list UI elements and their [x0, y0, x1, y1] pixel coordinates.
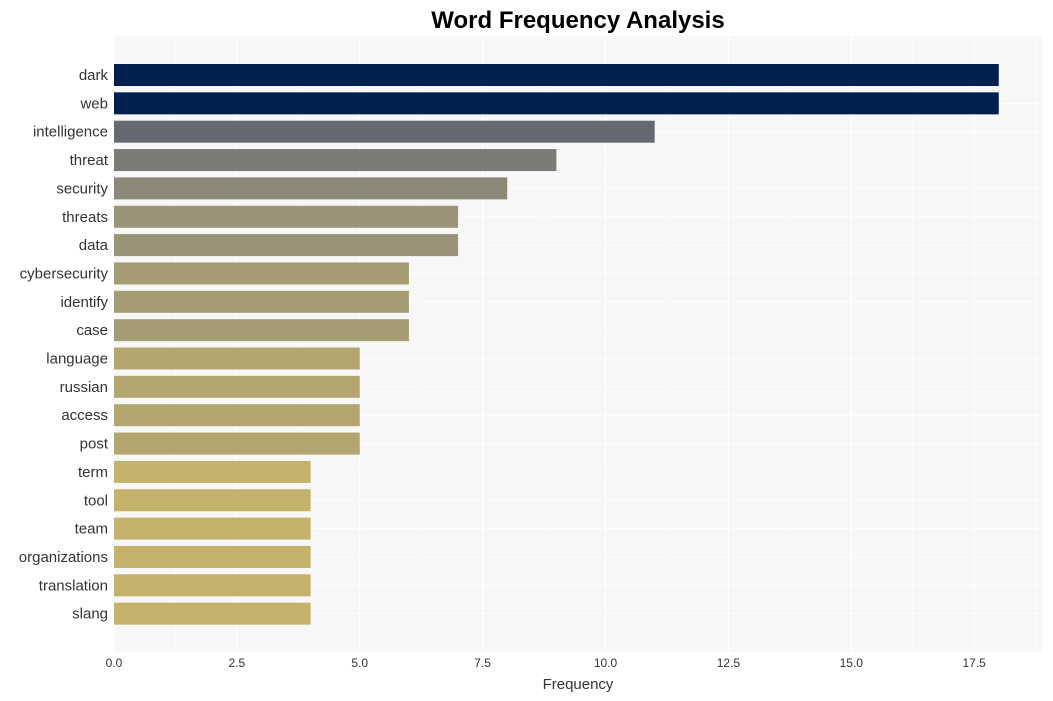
bar-chart: dark web intelligence threat security threats…	[0, 0, 1053, 701]
bar-post	[114, 432, 360, 455]
x-tick-label: 7.5	[474, 656, 491, 670]
y-tick-label: case	[76, 322, 108, 339]
y-tick-label: translation	[39, 577, 108, 594]
y-tick-label: post	[80, 436, 109, 453]
bar-data	[114, 234, 459, 257]
bar-case	[114, 319, 409, 342]
bar-threats	[114, 205, 459, 228]
y-tick-label: slang	[72, 606, 108, 623]
y-tick-label: term	[78, 464, 108, 481]
bar-language	[114, 347, 360, 370]
bar-threat	[114, 149, 557, 172]
y-tick-label: dark	[79, 67, 109, 84]
bar-cybersecurity	[114, 262, 409, 285]
y-tick-label: organizations	[19, 549, 108, 566]
bar-slang	[114, 602, 311, 625]
bar-identify	[114, 290, 409, 313]
y-tick-label: security	[56, 180, 108, 197]
y-tick-label: threats	[62, 209, 108, 226]
y-tick-label: tool	[84, 492, 108, 509]
bar-web	[114, 92, 999, 115]
x-tick-label: 17.5	[963, 656, 987, 670]
y-tick-label: identify	[60, 294, 108, 311]
y-tick-label: data	[79, 237, 109, 254]
y-tick-label: threat	[70, 152, 109, 169]
x-tick-label: 5.0	[351, 656, 368, 670]
bar-team	[114, 517, 311, 540]
bar-term	[114, 460, 311, 483]
bar-organizations	[114, 545, 311, 568]
x-tick-label: 2.5	[229, 656, 246, 670]
y-tick-label: access	[61, 407, 108, 424]
chart-title: Word Frequency Analysis	[431, 7, 724, 34]
bar-translation	[114, 574, 311, 597]
x-tick-label: 15.0	[840, 656, 864, 670]
bar-intelligence	[114, 120, 655, 143]
x-tick-label: 12.5	[717, 656, 741, 670]
x-tick-label: 10.0	[594, 656, 618, 670]
y-tick-label: russian	[60, 379, 108, 396]
bar-tool	[114, 489, 311, 512]
x-tick-label: 0.0	[106, 656, 123, 670]
bar-security	[114, 177, 508, 200]
y-tick-label: intelligence	[33, 124, 108, 141]
y-tick-label: cybersecurity	[20, 265, 109, 282]
bar-dark	[114, 64, 999, 86]
x-axis-label: Frequency	[543, 676, 614, 693]
y-tick-label: web	[79, 95, 108, 112]
bar-russian	[114, 375, 360, 398]
y-tick-label: team	[75, 521, 108, 538]
y-tick-label: language	[46, 351, 108, 368]
bar-access	[114, 404, 360, 427]
